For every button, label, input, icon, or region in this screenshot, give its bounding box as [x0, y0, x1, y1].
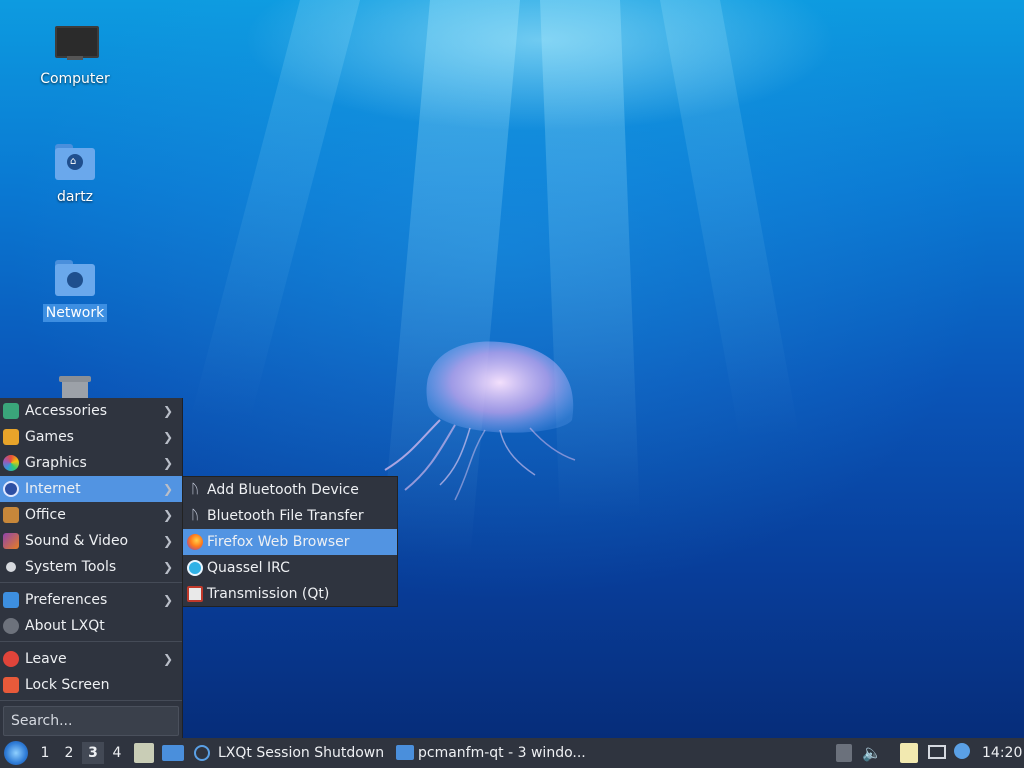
internet-submenu: ᚢ Add Bluetooth Device ᚢ Bluetooth File … — [182, 476, 398, 607]
preferences-icon — [3, 592, 19, 608]
taskbar: 1 2 3 4 LXQt Session Shutdown pcmanfm-qt… — [0, 738, 1024, 768]
menu-separator — [0, 641, 182, 642]
desktop-switch-3[interactable]: 3 — [82, 742, 104, 764]
menu-item-label: Lock Screen — [25, 677, 110, 693]
quassel-icon — [187, 560, 203, 576]
menu-item-accessories[interactable]: Accessories ❯ — [0, 398, 182, 424]
menu-item-internet[interactable]: Internet ❯ — [0, 476, 182, 502]
submenu-item-label: Firefox Web Browser — [207, 534, 350, 550]
menu-item-label: About LXQt — [25, 618, 105, 634]
menu-item-sound-video[interactable]: Sound & Video ❯ — [0, 528, 182, 554]
chevron-right-icon: ❯ — [162, 593, 173, 607]
bluetooth-icon: ᚢ — [191, 482, 199, 497]
desktop-icon-computer[interactable]: Computer — [26, 22, 124, 88]
desktop-icon-network[interactable]: Network — [26, 256, 124, 322]
menu-item-graphics[interactable]: Graphics ❯ — [0, 450, 182, 476]
submenu-item-bluetooth-file-transfer[interactable]: ᚢ Bluetooth File Transfer — [183, 503, 397, 529]
office-icon — [3, 507, 19, 523]
transmission-icon — [187, 586, 203, 602]
chevron-right-icon: ❯ — [162, 508, 173, 522]
volume-slider-icon[interactable] — [836, 744, 852, 762]
submenu-item-quassel-irc[interactable]: Quassel IRC — [183, 555, 397, 581]
menu-item-label: Internet — [25, 481, 81, 497]
chevron-right-icon: ❯ — [162, 430, 173, 444]
chevron-right-icon: ❯ — [162, 652, 173, 666]
menu-search-input[interactable]: Search... — [3, 706, 179, 736]
task-lxqt-session-shutdown[interactable]: LXQt Session Shutdown — [192, 738, 388, 768]
menu-item-about-lxqt[interactable]: About LXQt — [0, 613, 182, 639]
submenu-item-firefox[interactable]: Firefox Web Browser — [183, 529, 397, 555]
update-notifier-icon[interactable] — [954, 743, 970, 759]
submenu-item-add-bluetooth-device[interactable]: ᚢ Add Bluetooth Device — [183, 477, 397, 503]
menu-item-label: System Tools — [25, 559, 117, 575]
task-label: pcmanfm-qt - 3 windo... — [418, 745, 586, 761]
bluetooth-icon: ᚢ — [191, 508, 199, 523]
desktop-icon-label: dartz — [56, 189, 94, 205]
menu-item-leave[interactable]: Leave ❯ — [0, 646, 182, 672]
internet-icon — [3, 481, 19, 497]
lxqt-start-button[interactable] — [4, 741, 28, 765]
submenu-item-label: Transmission (Qt) — [207, 586, 330, 602]
menu-item-preferences[interactable]: Preferences ❯ — [0, 587, 182, 613]
games-icon — [3, 429, 19, 445]
power-icon — [3, 651, 19, 667]
desktop-icon-home[interactable]: ⌂ dartz — [26, 140, 124, 206]
monitor-icon — [53, 22, 99, 66]
accessories-icon — [3, 403, 19, 419]
menu-item-label: Preferences — [25, 592, 108, 608]
desktop-switch-4[interactable]: 4 — [106, 742, 128, 764]
submenu-item-label: Quassel IRC — [207, 560, 290, 576]
info-icon — [3, 618, 19, 634]
file-manager-launcher-icon[interactable] — [134, 743, 154, 763]
chevron-right-icon: ❯ — [162, 404, 173, 418]
desktop-switch-1[interactable]: 1 — [34, 742, 56, 764]
network-icon[interactable] — [928, 745, 946, 759]
network-folder-icon — [53, 256, 97, 300]
menu-separator — [0, 582, 182, 583]
desktop-switch-2[interactable]: 2 — [58, 742, 80, 764]
menu-item-lock-screen[interactable]: Lock Screen — [0, 672, 182, 698]
show-desktop-icon[interactable] — [162, 745, 184, 761]
menu-item-label: Accessories — [25, 403, 108, 419]
folder-icon — [396, 745, 414, 760]
jellyfish — [384, 341, 576, 501]
menu-separator — [0, 700, 182, 701]
submenu-item-label: Bluetooth File Transfer — [207, 508, 364, 524]
menu-item-label: Games — [25, 429, 74, 445]
menu-item-office[interactable]: Office ❯ — [0, 502, 182, 528]
chevron-right-icon: ❯ — [162, 560, 173, 574]
multimedia-icon — [3, 533, 19, 549]
search-placeholder: Search... — [11, 713, 73, 729]
home-folder-icon: ⌂ — [53, 140, 97, 184]
lxqt-icon — [194, 745, 210, 761]
chevron-right-icon: ❯ — [162, 482, 173, 496]
system-tools-icon — [6, 562, 16, 572]
menu-item-label: Office — [25, 507, 66, 523]
menu-item-label: Graphics — [25, 455, 87, 471]
firefox-icon — [187, 534, 203, 550]
chevron-right-icon: ❯ — [162, 534, 173, 548]
graphics-icon — [3, 455, 19, 471]
desktop-icon-label: Computer — [40, 71, 110, 87]
menu-item-games[interactable]: Games ❯ — [0, 424, 182, 450]
submenu-item-transmission[interactable]: Transmission (Qt) — [183, 581, 397, 607]
clock[interactable]: 14:20 — [982, 738, 1022, 768]
task-label: LXQt Session Shutdown — [218, 745, 385, 761]
task-pcmanfm-qt[interactable]: pcmanfm-qt - 3 windo... — [394, 738, 594, 768]
menu-item-label: Sound & Video — [25, 533, 129, 549]
speaker-icon[interactable]: 🔈 — [862, 738, 882, 768]
application-menu: Accessories ❯ Games ❯ Graphics ❯ Interne… — [0, 398, 183, 738]
menu-item-system-tools[interactable]: System Tools ❯ — [0, 554, 182, 580]
submenu-item-label: Add Bluetooth Device — [207, 482, 359, 498]
desktop-icon-label: Network — [42, 304, 108, 322]
chevron-right-icon: ❯ — [162, 456, 173, 470]
clipboard-icon[interactable] — [900, 743, 918, 763]
lock-icon — [3, 677, 19, 693]
menu-item-label: Leave — [25, 651, 67, 667]
